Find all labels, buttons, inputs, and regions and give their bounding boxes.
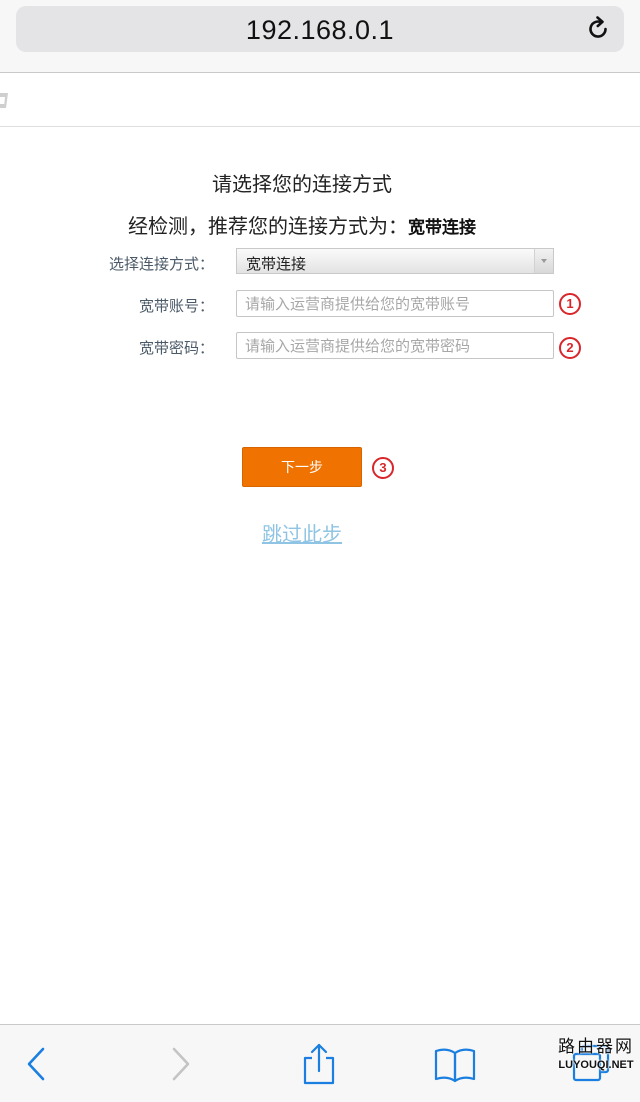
router-page-header — [0, 73, 640, 127]
chevron-down-icon — [534, 249, 553, 273]
password-row: 宽带密码： — [0, 332, 640, 362]
connection-type-label: 选择连接方式： — [108, 255, 214, 273]
browser-bottom-toolbar — [0, 1024, 640, 1102]
step-2-badge: 2 — [559, 337, 581, 359]
brand-logo-icon — [0, 93, 8, 108]
browser-top-bar: 192.168.0.1 — [0, 0, 640, 73]
password-label: 宽带密码： — [138, 339, 214, 357]
tabs-icon[interactable] — [568, 1041, 614, 1087]
page-title: 请选择您的连接方式 — [212, 172, 392, 196]
detection-prefix: 经检测，推荐您的连接方式为： — [128, 214, 408, 238]
account-label: 宽带账号： — [138, 297, 214, 315]
detection-result: 宽带连接 — [408, 218, 476, 238]
connection-type-row: 选择连接方式： 宽带连接 — [0, 248, 640, 278]
next-step-button[interactable]: 下一步 — [242, 447, 362, 487]
chevron-left-icon[interactable] — [14, 1041, 60, 1087]
share-icon[interactable] — [296, 1041, 342, 1087]
chevron-right-icon[interactable] — [157, 1041, 203, 1087]
reload-icon[interactable] — [584, 15, 612, 43]
skip-step-link[interactable]: 跳过此步 — [0, 518, 604, 547]
book-icon[interactable] — [432, 1041, 478, 1087]
account-input[interactable] — [236, 290, 554, 317]
detection-message: 经检测，推荐您的连接方式为：宽带连接 — [0, 210, 604, 239]
connection-type-select[interactable]: 宽带连接 — [236, 248, 554, 274]
password-input[interactable] — [236, 332, 554, 359]
account-row: 宽带账号： — [0, 290, 640, 320]
url-text: 192.168.0.1 — [245, 15, 395, 45]
connection-type-value: 宽带连接 — [246, 255, 307, 273]
step-1-badge: 1 — [559, 293, 581, 315]
step-3-badge: 3 — [372, 457, 394, 479]
address-bar[interactable]: 192.168.0.1 — [16, 6, 624, 52]
